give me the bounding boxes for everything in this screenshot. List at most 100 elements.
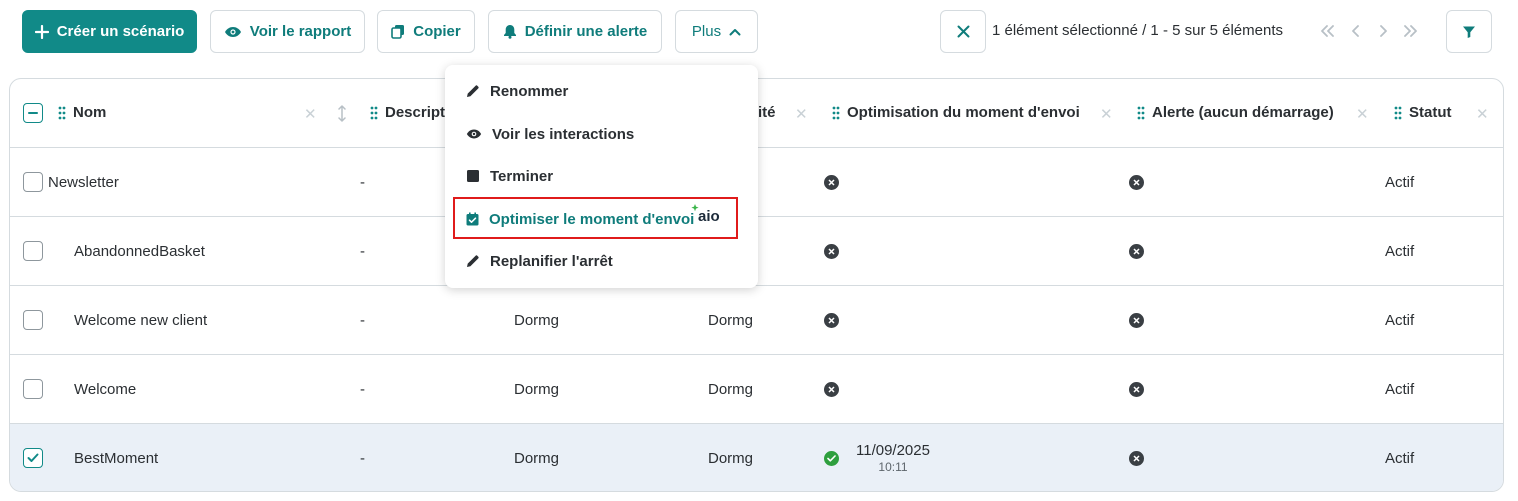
row-creator: Dormg xyxy=(514,450,560,467)
close-icon[interactable]: ✕ xyxy=(795,105,808,123)
menu-item-terminate[interactable]: Terminer xyxy=(445,159,758,193)
select-all-checkbox[interactable] xyxy=(23,103,43,123)
check-circle-icon xyxy=(824,451,839,466)
row-checkbox[interactable] xyxy=(23,379,43,399)
sort-icon[interactable] xyxy=(337,105,347,122)
aio-badge: aio xyxy=(691,204,720,225)
view-report-button[interactable]: Voir le rapport xyxy=(210,10,365,53)
more-button[interactable]: Plus xyxy=(675,10,758,53)
first-page-button[interactable] xyxy=(1318,20,1338,42)
chevron-left-icon xyxy=(1352,25,1359,37)
more-label: Plus xyxy=(691,23,722,40)
stop-icon xyxy=(467,170,479,182)
previous-page-button[interactable] xyxy=(1346,20,1366,42)
clear-selection-button[interactable] xyxy=(940,10,986,53)
row-name[interactable]: BestMoment xyxy=(74,424,158,491)
row-checkbox[interactable] xyxy=(23,310,43,330)
menu-item-label: Renommer xyxy=(490,82,569,100)
copy-button[interactable]: Copier xyxy=(377,10,475,53)
create-scenario-button[interactable]: Créer un scénario xyxy=(22,10,197,53)
drag-handle-icon[interactable] xyxy=(1394,106,1402,120)
row-creator: Dormg xyxy=(514,311,560,329)
row-name[interactable]: Welcome new client xyxy=(74,286,207,354)
row-modifier: Dormg xyxy=(708,311,754,329)
next-page-button[interactable] xyxy=(1373,20,1393,42)
row-modifier: Dormg xyxy=(708,450,754,467)
row-creator: Dormg xyxy=(514,380,560,398)
table-row[interactable]: Welcome new client - Dormg Dormg Actif xyxy=(10,286,1503,355)
column-label: Descript xyxy=(385,104,446,121)
menu-item-view-interactions[interactable]: Voir les interactions xyxy=(445,117,758,151)
more-dropdown-menu: Renommer Voir les interactions Terminer … xyxy=(445,65,758,288)
row-optimisation xyxy=(824,217,839,285)
table-row[interactable]: BestMoment - Dormg Dormg 11/09/2025 10:1… xyxy=(10,424,1503,491)
drag-handle-icon[interactable] xyxy=(1137,106,1145,120)
eye-icon xyxy=(466,129,482,139)
close-icon[interactable]: ✕ xyxy=(1100,105,1113,123)
pencil-icon xyxy=(467,85,479,97)
cross-circle-icon xyxy=(1129,174,1144,190)
column-header-status[interactable]: Statut xyxy=(1394,104,1452,121)
row-alert xyxy=(1129,424,1144,491)
optimisation-date: 11/09/2025 xyxy=(856,442,930,460)
last-page-button[interactable] xyxy=(1400,20,1420,42)
optimisation-datetime: 11/09/2025 10:11 xyxy=(856,442,930,474)
bell-icon xyxy=(503,25,516,39)
row-name[interactable]: Welcome xyxy=(74,355,136,423)
close-icon[interactable]: ✕ xyxy=(1476,105,1489,123)
close-icon[interactable]: ✕ xyxy=(1356,105,1369,123)
minus-icon xyxy=(28,112,38,114)
double-chevron-left-icon xyxy=(1321,25,1334,37)
plus-icon xyxy=(34,24,49,39)
row-status: Actif xyxy=(1385,311,1415,329)
drag-handle-icon[interactable] xyxy=(370,106,378,120)
row-name[interactable]: AbandonnedBasket xyxy=(74,217,205,285)
cross-circle-icon xyxy=(824,174,839,190)
double-chevron-right-icon xyxy=(1404,25,1417,37)
row-status: Actif xyxy=(1385,242,1415,260)
close-icon xyxy=(957,25,969,38)
eye-icon xyxy=(224,26,241,37)
close-icon[interactable]: ✕ xyxy=(304,105,317,123)
optimisation-time: 10:11 xyxy=(878,460,908,475)
cross-circle-icon xyxy=(1129,381,1144,397)
menu-item-label: Replanifier l'arrêt xyxy=(490,252,613,270)
row-checkbox[interactable] xyxy=(23,241,43,261)
row-checkbox[interactable] xyxy=(23,172,43,192)
filter-button[interactable] xyxy=(1446,10,1492,53)
copy-icon xyxy=(391,25,405,39)
row-description: - xyxy=(360,173,365,191)
row-optimisation xyxy=(824,148,839,216)
column-label: Statut xyxy=(1409,104,1452,121)
row-checkbox[interactable] xyxy=(23,448,43,468)
menu-item-label: Voir les interactions xyxy=(492,125,635,143)
table-row[interactable]: Welcome - Dormg Dormg Actif xyxy=(10,355,1503,424)
menu-item-reschedule-stop[interactable]: Replanifier l'arrêt xyxy=(445,244,758,278)
menu-item-rename[interactable]: Renommer xyxy=(445,74,758,108)
row-status: Actif xyxy=(1385,173,1415,191)
column-header-name[interactable]: Nom xyxy=(58,104,106,121)
row-alert xyxy=(1129,286,1144,354)
row-alert xyxy=(1129,217,1144,285)
column-header-alert[interactable]: Alerte (aucun démarrage) xyxy=(1137,104,1334,121)
filter-icon xyxy=(1463,26,1475,38)
check-icon xyxy=(27,453,39,462)
column-header-partial[interactable]: ité xyxy=(758,104,776,121)
chevron-up-icon xyxy=(729,28,741,35)
column-label: Optimisation du moment d'envoi xyxy=(847,104,1080,121)
column-label: Nom xyxy=(73,104,107,121)
row-optimisation xyxy=(824,355,839,423)
row-name[interactable]: Newsletter xyxy=(48,148,119,216)
row-modifier: Dormg xyxy=(708,380,754,398)
set-alert-button[interactable]: Définir une alerte xyxy=(488,10,662,53)
column-header-send-time-optimisation[interactable]: Optimisation du moment d'envoi xyxy=(832,104,1080,121)
drag-handle-icon[interactable] xyxy=(832,106,840,120)
cross-circle-icon xyxy=(1129,243,1144,259)
cross-circle-icon xyxy=(1129,451,1144,466)
row-description: - xyxy=(360,311,365,329)
create-scenario-label: Créer un scénario xyxy=(56,23,185,40)
cross-circle-icon xyxy=(824,381,839,397)
column-label: ité xyxy=(758,104,776,121)
column-header-description[interactable]: Descript xyxy=(370,104,445,121)
drag-handle-icon[interactable] xyxy=(58,106,66,120)
